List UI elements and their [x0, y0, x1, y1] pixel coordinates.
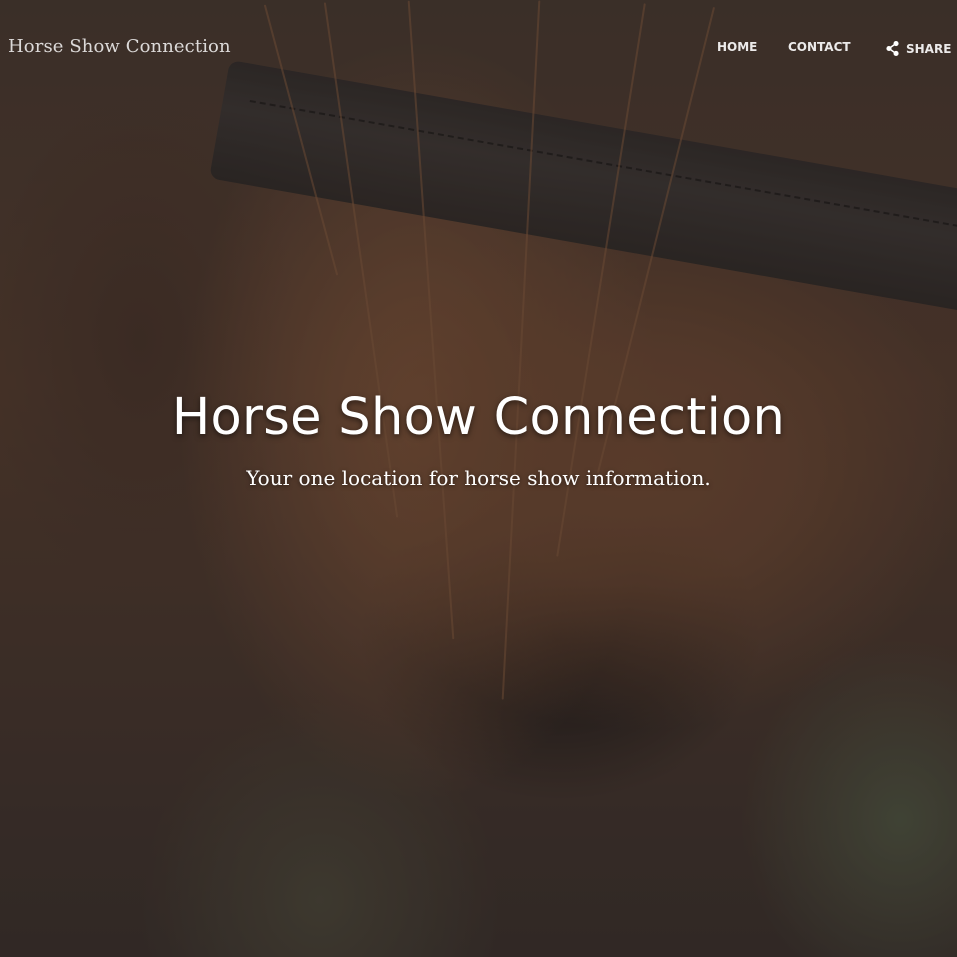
- top-navbar: Horse Show Connection HOME CONTACT SHARE: [0, 0, 957, 96]
- nav-contact-link[interactable]: CONTACT: [788, 40, 851, 54]
- nav-home-link[interactable]: HOME: [717, 40, 757, 54]
- brand-link[interactable]: Horse Show Connection: [8, 36, 231, 57]
- share-icon: [886, 40, 899, 57]
- nav-share-button[interactable]: SHARE: [884, 40, 951, 57]
- hero-subtitle: Your one location for horse show informa…: [246, 466, 711, 490]
- hero-title: Horse Show Connection: [171, 388, 786, 447]
- nav-share-label: SHARE: [906, 41, 952, 56]
